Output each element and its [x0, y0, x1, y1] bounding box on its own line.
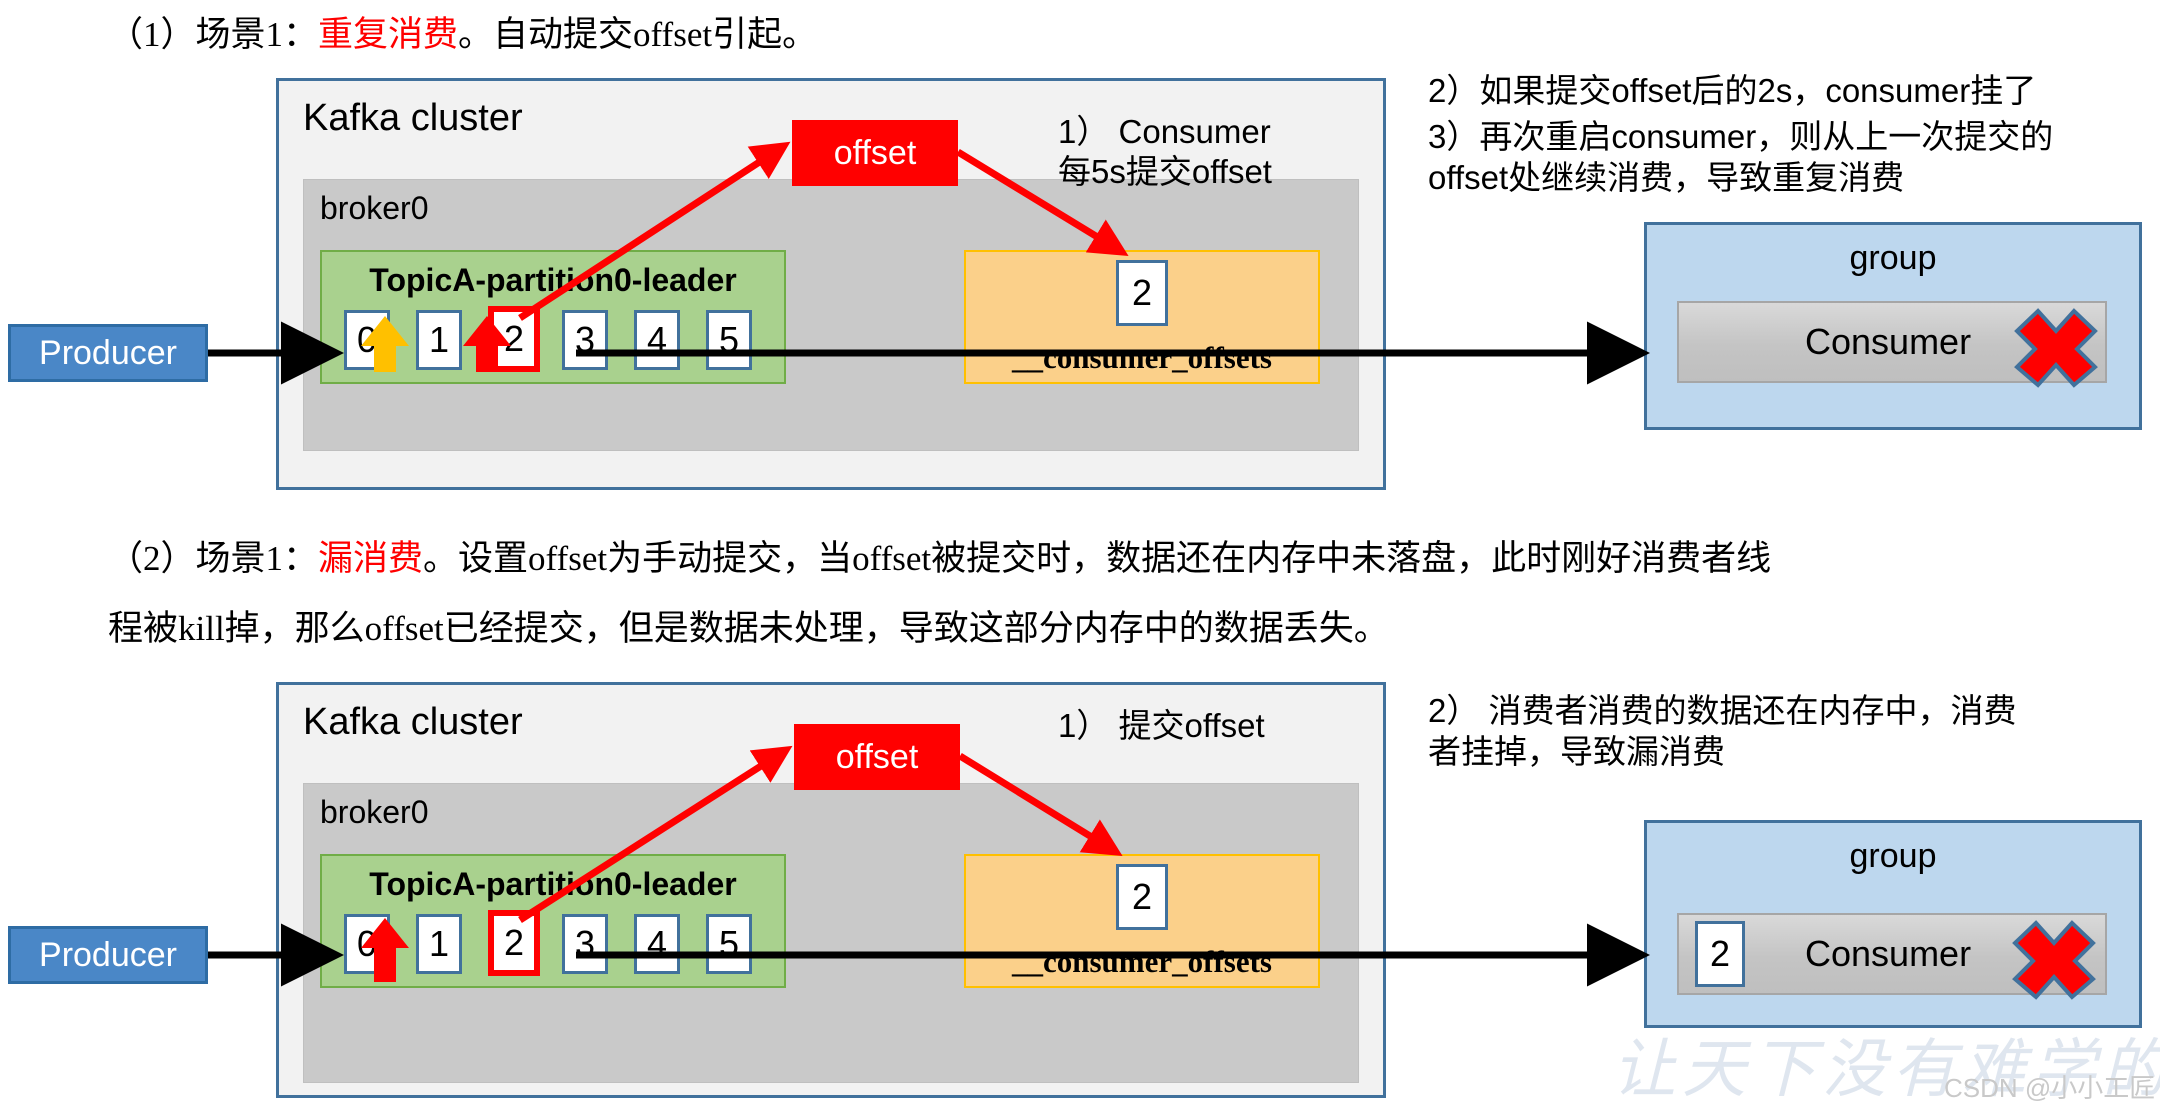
diagram2-arrows: [208, 745, 1650, 987]
diagram2-red-up-arrow-icon: [361, 918, 409, 982]
watermark-credit: CSDN @小小工匠: [1944, 1073, 2156, 1103]
